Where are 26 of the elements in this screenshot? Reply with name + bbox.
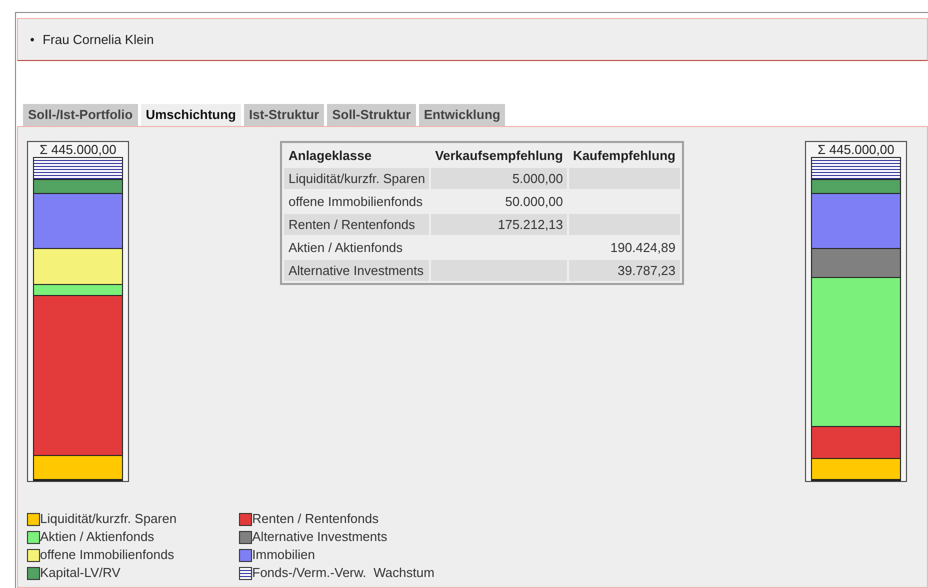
legend-label: Aktien / Aktienfonds	[40, 528, 154, 546]
table-cell: 39.787,23	[568, 260, 680, 281]
legend-label: Renten / Rentenfonds	[252, 510, 379, 528]
table-cell: Alternative Investments	[284, 260, 430, 281]
tab[interactable]: Soll-Struktur	[327, 104, 416, 126]
table-cell: 175.212,13	[431, 214, 567, 235]
tab[interactable]: Ist-Struktur	[244, 104, 324, 126]
legend-label: Alternative Investments	[252, 528, 388, 546]
legend-label: offene Immobilienfonds	[40, 546, 174, 564]
tab[interactable]: Soll-/Ist-Portfolio	[23, 104, 138, 126]
legend-label: Fonds-/Verm.-Verw. Wachstum	[252, 564, 434, 582]
legend-label: Liquidität/kurzfr. Sparen	[40, 510, 177, 528]
table-cell: Liquidität/kurzfr. Sparen	[284, 168, 430, 189]
bar-total: Σ 445.000,00	[40, 142, 116, 157]
column-header: Verkaufsempfehlung	[434, 146, 564, 165]
legend-label: Kapital-LV/RV	[40, 564, 120, 582]
bar-total: Σ 445.000,00	[818, 142, 894, 157]
table-cell: Renten / Rentenfonds	[284, 214, 430, 235]
table-cell: 5.000,00	[431, 168, 567, 189]
tab[interactable]: Umschichtung	[140, 104, 242, 126]
tab[interactable]: Entwicklung	[418, 104, 506, 126]
column-header: Anlageklasse	[287, 146, 373, 165]
list-bullet: •	[30, 30, 35, 49]
client-name: Frau Cornelia Klein	[42, 30, 154, 49]
column-header: Kaufempfehlung	[572, 146, 676, 165]
legend-label: Immobilien	[252, 546, 315, 564]
